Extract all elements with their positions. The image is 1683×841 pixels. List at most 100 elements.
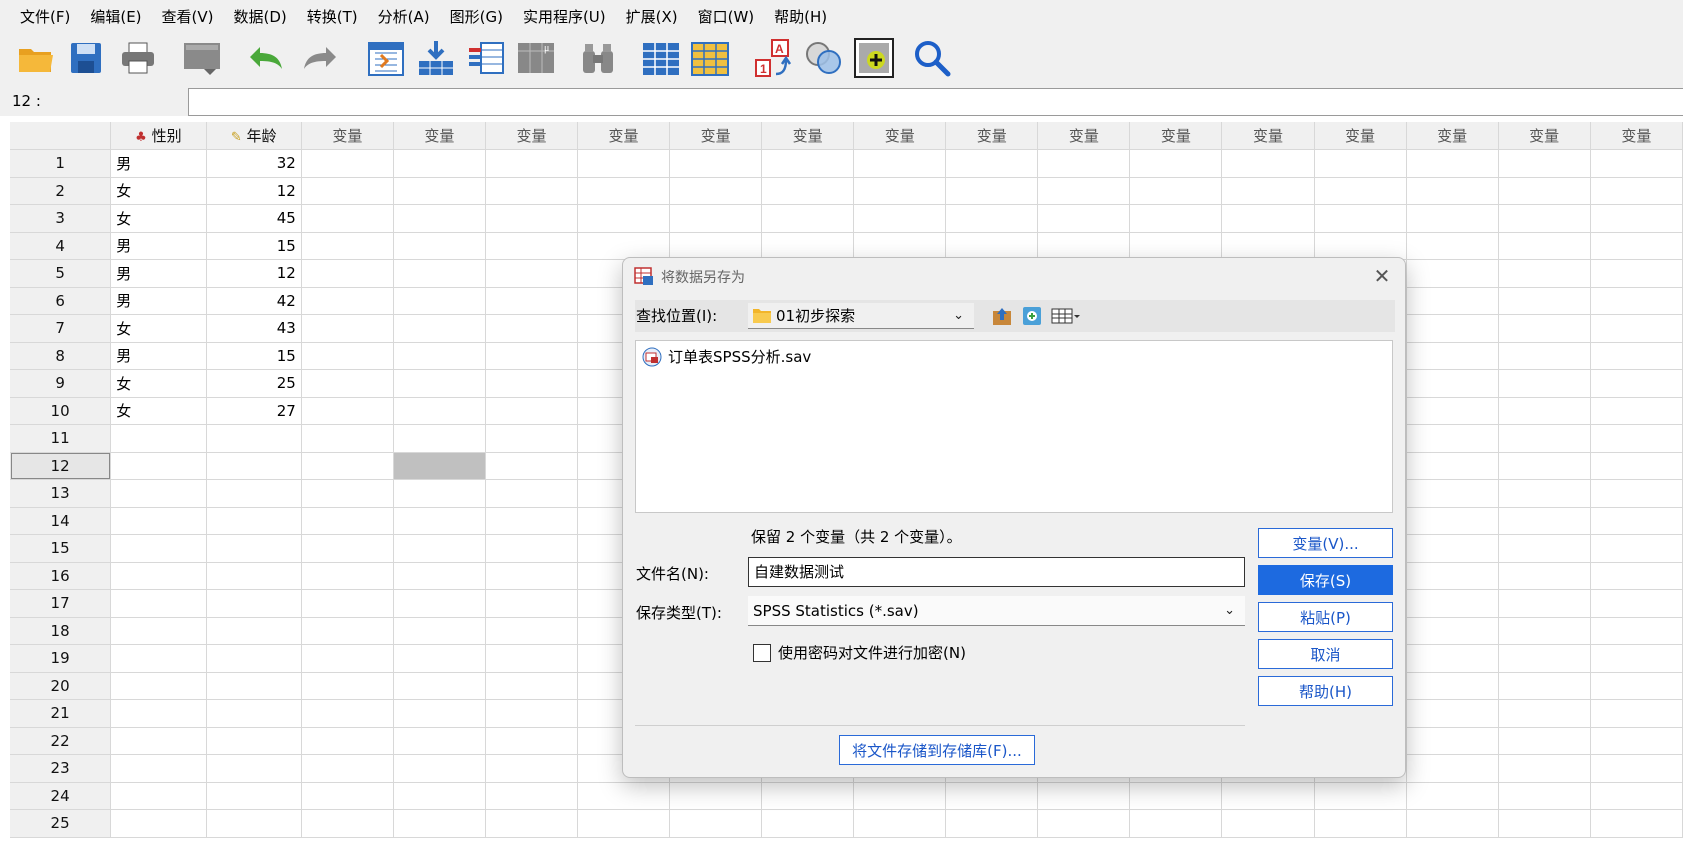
data-cell[interactable] [1406,177,1499,205]
row-header[interactable]: 17 [10,589,112,618]
data-cell[interactable] [485,204,579,233]
data-cell[interactable] [1406,397,1499,425]
data-cell[interactable] [485,809,579,838]
search-icon[interactable] [912,38,952,78]
data-cell[interactable] [761,809,855,838]
data-cell[interactable] [1590,259,1683,288]
row-header[interactable]: 25 [10,809,112,838]
row-header[interactable]: 8 [10,342,112,370]
data-cell[interactable] [301,424,394,453]
data-cell[interactable] [1498,232,1591,260]
data-cell[interactable] [301,782,394,810]
data-cell[interactable] [1498,314,1591,343]
data-cell[interactable] [393,424,486,453]
data-cell[interactable] [1498,397,1591,425]
row-header[interactable]: 16 [10,562,112,590]
data-cell[interactable] [485,149,579,178]
row-header[interactable]: 1 [10,149,112,178]
data-cell[interactable] [1221,232,1315,260]
data-cell[interactable] [1314,232,1407,260]
data-cell[interactable] [1406,534,1499,563]
goto-variable-icon[interactable] [416,38,456,78]
data-cell[interactable] [1590,534,1683,563]
data-cell[interactable] [393,782,486,810]
menu-item[interactable]: 数据(D) [224,0,297,34]
data-cell[interactable] [1037,232,1131,260]
row-header[interactable]: 4 [10,232,112,260]
data-cell[interactable] [393,479,486,508]
data-cell[interactable] [110,699,207,728]
data-cell[interactable] [1037,177,1131,205]
column-header-var[interactable]: 变量 [1590,122,1683,150]
data-cell[interactable] [110,672,207,700]
data-cell[interactable] [945,177,1039,205]
data-cell[interactable] [110,562,207,590]
goto-case-icon[interactable] [366,38,406,78]
data-cell[interactable] [1406,259,1499,288]
data-cell[interactable]: 女 [110,314,207,343]
row-header[interactable]: 14 [10,507,112,535]
data-cell[interactable] [1406,342,1499,370]
data-cell[interactable] [393,204,486,233]
data-cell[interactable] [393,507,486,535]
row-header[interactable]: 15 [10,534,112,563]
data-cell[interactable] [206,727,302,755]
data-cell[interactable] [1498,699,1591,728]
data-cell[interactable] [301,204,394,233]
row-header[interactable]: 2 [10,177,112,205]
data-cell[interactable] [393,342,486,370]
menu-item[interactable]: 转换(T) [297,0,368,34]
data-cell[interactable] [1221,782,1315,810]
data-cell[interactable] [1590,452,1683,480]
data-cell[interactable]: 女 [110,204,207,233]
data-cell[interactable] [393,177,486,205]
data-cell[interactable] [577,177,671,205]
data-cell[interactable] [1406,809,1499,838]
menu-item[interactable]: 窗口(W) [688,0,765,34]
data-cell[interactable] [1498,369,1591,398]
data-cell[interactable] [1406,617,1499,645]
open-icon[interactable] [16,38,56,78]
close-button[interactable]: ✕ [1367,262,1397,290]
data-cell[interactable] [301,754,394,783]
data-cell[interactable] [301,479,394,508]
data-cell[interactable] [1406,204,1499,233]
data-cell[interactable] [1590,562,1683,590]
data-cell[interactable] [1406,287,1499,315]
filetype-dropdown[interactable]: SPSS Statistics (*.sav) ⌄ [748,596,1245,626]
data-cell[interactable] [206,672,302,700]
column-header-var[interactable]: 变量 [669,122,763,150]
save-button[interactable]: 保存(S) [1258,565,1393,595]
data-cell[interactable] [945,782,1039,810]
data-cell[interactable] [761,204,855,233]
data-cell[interactable] [485,562,579,590]
data-cell[interactable] [1406,754,1499,783]
data-cell[interactable] [1314,782,1407,810]
data-cell[interactable] [1314,204,1407,233]
data-cell[interactable]: 12 [206,259,302,288]
data-cell[interactable] [301,314,394,343]
data-cell[interactable] [393,232,486,260]
data-cell[interactable] [1498,452,1591,480]
data-cell[interactable] [485,397,579,425]
data-cell[interactable] [1498,177,1591,205]
file-list[interactable]: 订单表SPSS分析.sav [635,340,1393,513]
menu-item[interactable]: 文件(F) [10,0,80,34]
data-cell[interactable] [110,424,207,453]
row-header[interactable]: 21 [10,699,112,728]
data-cell[interactable] [485,177,579,205]
data-cell[interactable] [485,782,579,810]
data-cell[interactable] [393,397,486,425]
column-header-var[interactable]: 变量 [1129,122,1223,150]
data-cell[interactable] [1129,782,1223,810]
menu-item[interactable]: 编辑(E) [80,0,151,34]
data-cell[interactable] [1406,452,1499,480]
data-cell[interactable] [1406,562,1499,590]
data-cell[interactable] [1037,809,1131,838]
data-cell[interactable] [1590,369,1683,398]
data-cell[interactable] [1406,727,1499,755]
data-cell[interactable] [1037,782,1131,810]
data-cell[interactable] [110,507,207,535]
column-header-var[interactable]: 变量 [1314,122,1407,150]
menu-item[interactable]: 查看(V) [152,0,224,34]
